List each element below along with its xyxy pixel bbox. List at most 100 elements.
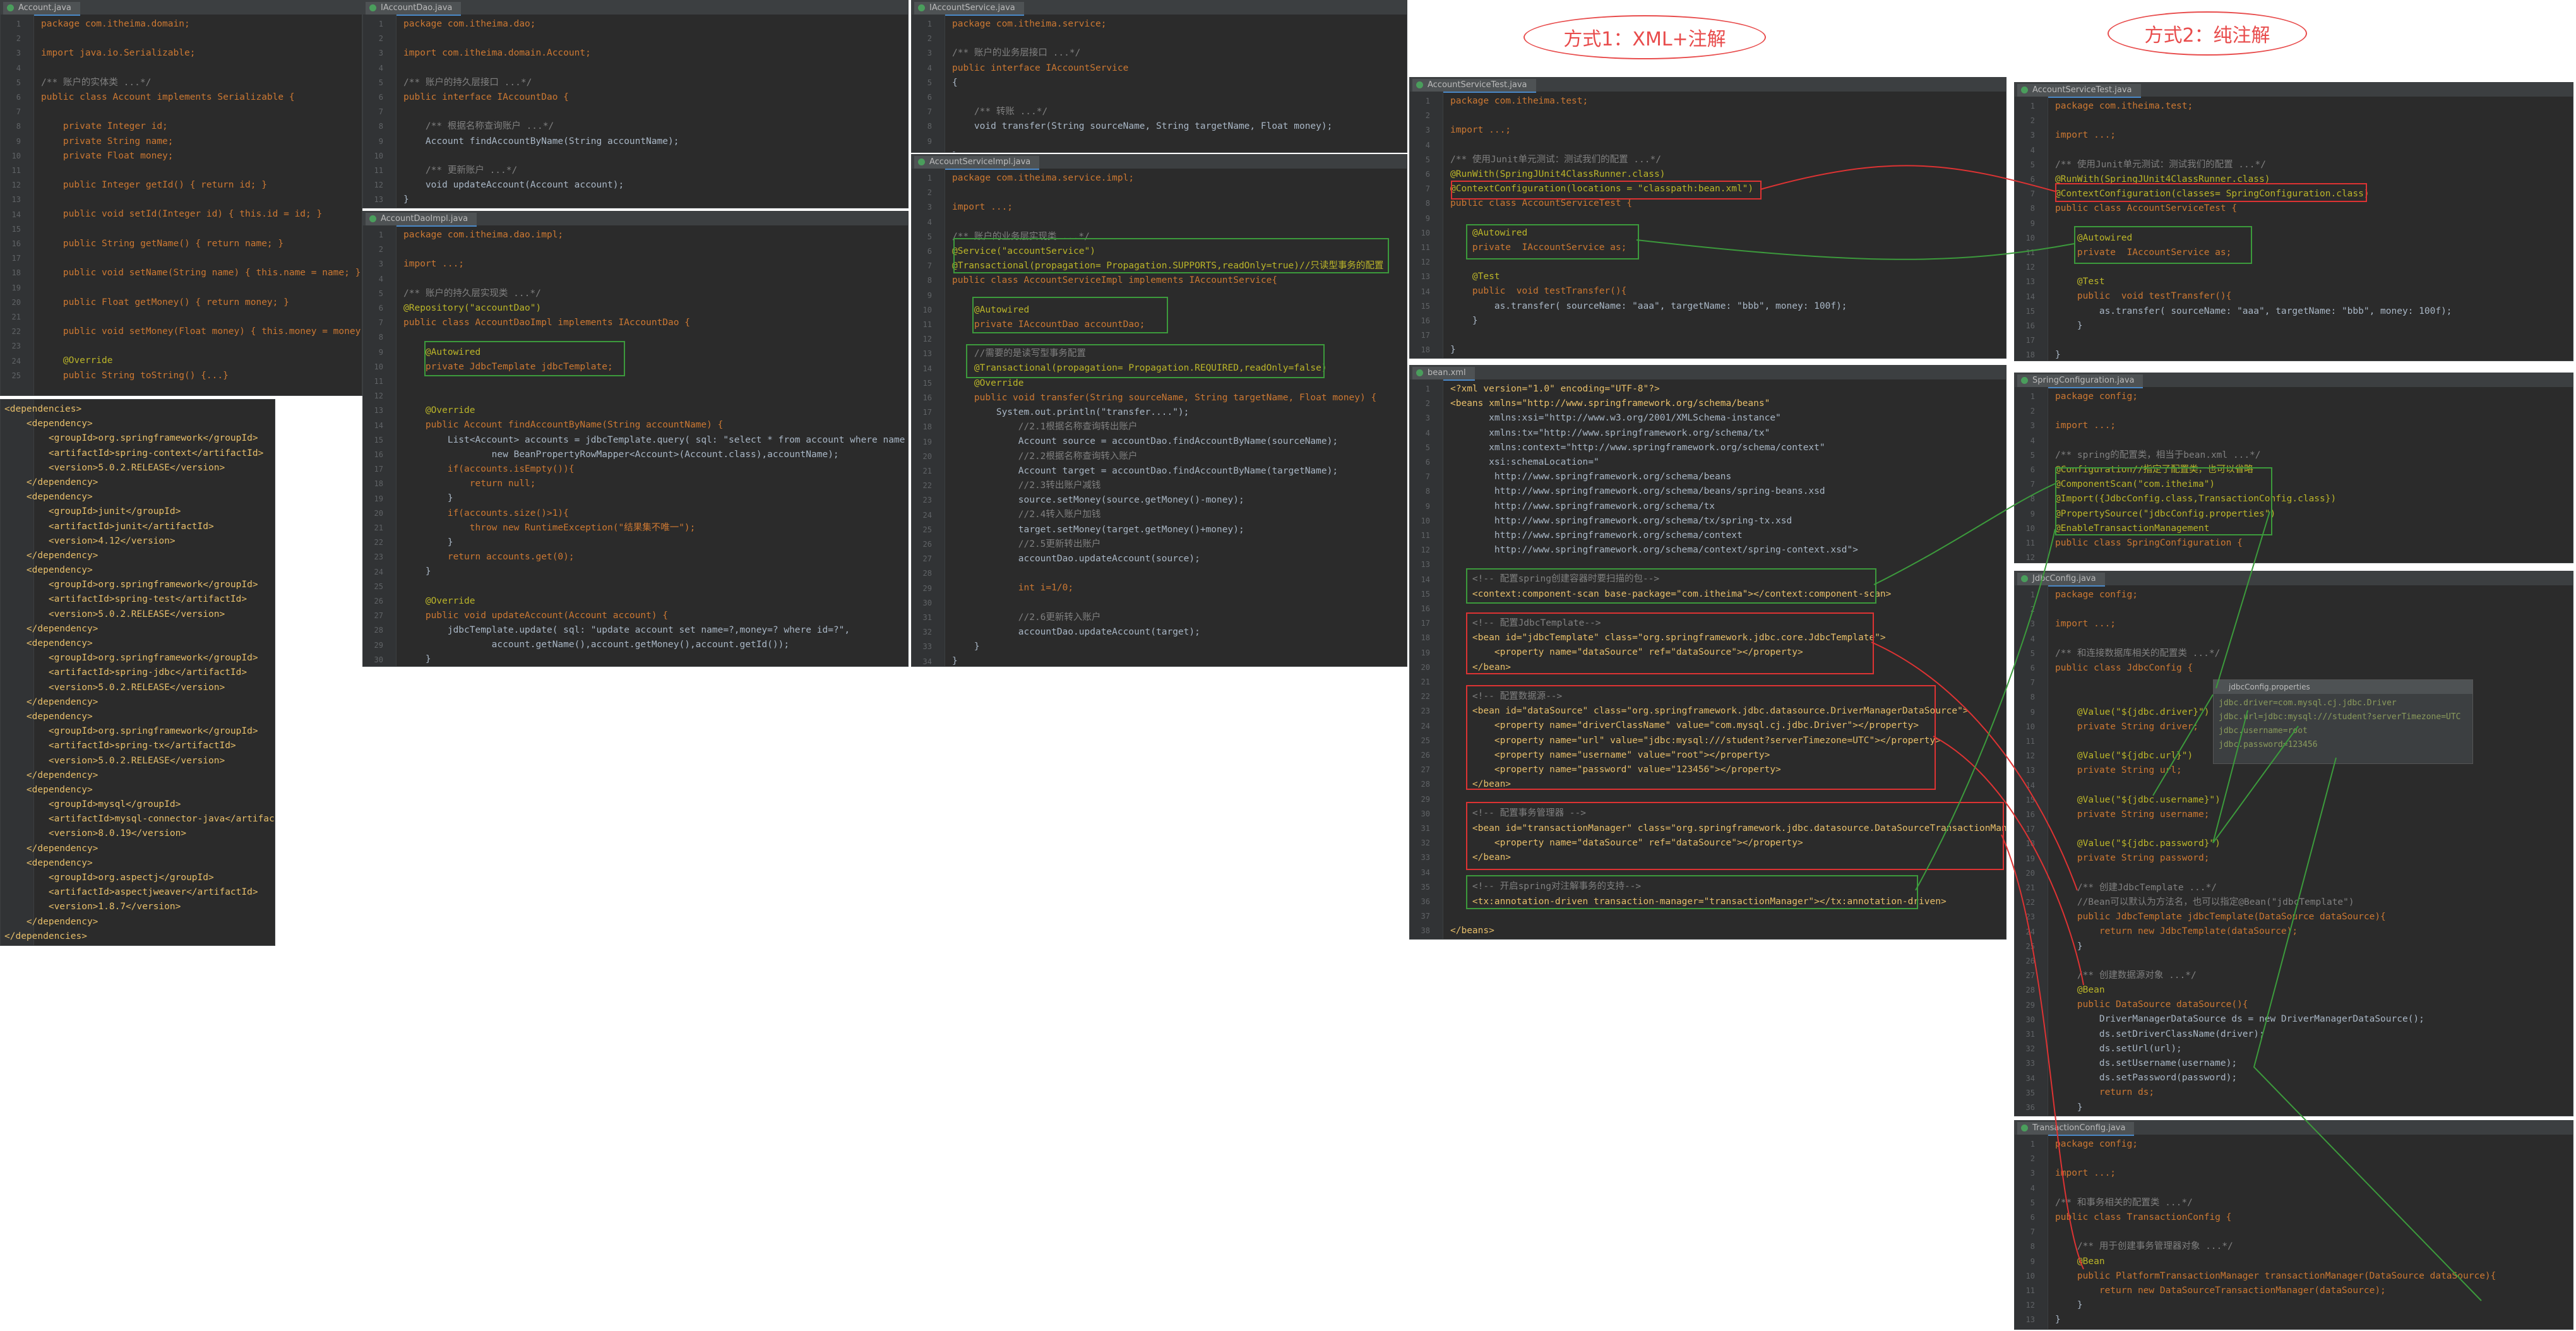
code-line: @Value("${jdbc.username}"): [2055, 794, 2221, 805]
file-tab[interactable]: TransactionConfig.java: [2017, 1122, 2135, 1136]
tab-bar: bean.xml: [1410, 366, 2006, 381]
line-number: 7: [2030, 678, 2035, 688]
code-area[interactable]: <?xml version="1.0" encoding="UTF-8"?> <b…: [1450, 382, 2006, 938]
editor-bean-xml[interactable]: bean.xml 1 2 3 4 5 6 7 8 9 10 11 12 13 14 15 16 17 18 19 20 2…: [1409, 365, 2007, 940]
line-number: 7: [378, 107, 383, 117]
editor-test-annotation[interactable]: AccountServiceTest.java 1 2 3 4 5 6 7 8 9 10 11 12 13…: [2014, 82, 2573, 361]
line-number: 19: [922, 437, 932, 446]
line-number: 12: [922, 335, 932, 344]
line-number: 19: [2025, 854, 2035, 863]
code-line: <dependencies>: [4, 404, 82, 414]
editor-account[interactable]: Account.java 1 2 3 4 5 6 7 8 9 10 11 12 13 14 15 16 17 18 1…: [0, 0, 362, 396]
file-tab[interactable]: AccountDaoImpl.java: [366, 213, 477, 227]
property-line: jdbc.url=jdbc:mysql:///student?serverTim…: [2219, 712, 2461, 722]
code-line: public void transfer(String sourceName, …: [952, 392, 1377, 403]
file-tab[interactable]: IAccountService.java: [914, 2, 1024, 16]
code-line: @Import({JdbcConfig.class,TransactionCon…: [2055, 494, 2337, 504]
line-number: 7: [16, 107, 21, 117]
code-area[interactable]: package com.itheima.test; import ...; /** …: [2055, 99, 2569, 361]
line-number: 9: [927, 290, 932, 300]
editor-accountdaoimpl[interactable]: AccountDaoImpl.java 1 2 3 4 5 6 7 8 9 10 11 12 13 14 15…: [362, 211, 909, 667]
code-line: }: [2055, 1315, 2061, 1325]
code-line: <version>1.8.7</version>: [4, 902, 181, 912]
line-number: 24: [11, 356, 21, 366]
file-tab[interactable]: Account.java: [3, 2, 80, 16]
editor-iaccountservice[interactable]: IAccountService.java 1 2 3 4 5 6 7 8 9 10 package c…: [911, 0, 1407, 153]
editor-springconfiguration[interactable]: SpringConfiguration.java1234567891011121…: [2014, 373, 2573, 563]
code-area[interactable]: package config; import ...; /** spring的配置类…: [2055, 390, 2569, 563]
properties-popup[interactable]: jdbcConfig.properties jdbc.driver=com.my…: [2213, 679, 2473, 764]
line-number: 7: [2030, 1227, 2035, 1237]
code-line: <context:component-scan base-package="co…: [1450, 588, 1892, 599]
code-line: System.out.println("transfer....");: [952, 407, 1190, 417]
line-number: 1: [2030, 590, 2035, 599]
code-line: /** 创建JdbcTemplate ...*/: [2055, 882, 2217, 893]
editor-pom-xml[interactable]: 1234567891011121314151617181920212223242…: [0, 399, 275, 946]
line-number: 6: [16, 93, 21, 102]
code-area[interactable]: package config; import ...; /** 和事务相关的配置类 …: [2055, 1137, 2569, 1327]
editor-iaccountdao[interactable]: IAccountDao.java 1 2 3 4 5 6 7 8 9 10 11 12 13 package…: [362, 0, 909, 208]
code-line: @Autowired: [403, 347, 481, 357]
editor-transactionconfig[interactable]: TransactionConfig.java 1 2 3 4 5 6 7 8 9 10 11 12 13 p…: [2014, 1120, 2573, 1330]
line-number: 9: [2030, 218, 2035, 228]
code-line: }: [1450, 315, 1478, 326]
tab-bar: AccountDaoImpl.java: [363, 212, 908, 227]
code-area[interactable]: package com.itheima.test; import ...; /** …: [1450, 94, 2002, 357]
code-line: /** 账户的业务层实现类 ...*/: [952, 231, 1090, 242]
code-area[interactable]: package com.itheima.service.impl; import …: [952, 171, 1403, 666]
editor-test-xml[interactable]: AccountServiceTest.java 1 2 3 4 5 6 7 8 9 10 11 12 13…: [1409, 77, 2007, 359]
line-number: 17: [11, 254, 21, 263]
code-area[interactable]: package com.itheima.domain; import java.i…: [41, 17, 362, 383]
file-tab[interactable]: IAccountDao.java: [366, 2, 462, 16]
editor-jdbcconfig[interactable]: JdbcConfig.java 1 2 3 4 5 6 7 8 9 10 11 12 13 14 15 16 17…: [2014, 571, 2573, 1116]
file-tab[interactable]: AccountServiceImpl.java: [914, 156, 1040, 170]
line-number: 11: [1421, 531, 1430, 540]
line-number: 23: [922, 496, 932, 505]
code-line: /** 账户的实体类 ...*/: [41, 77, 152, 88]
code-line: public void setMoney(Float money) { this…: [41, 326, 362, 337]
code-area[interactable]: package com.itheima.dao.impl; import ...;…: [403, 228, 905, 666]
line-number: 1: [927, 20, 932, 28]
line-number: 19: [1421, 648, 1430, 657]
code-line: public class TransactionConfig {: [2055, 1212, 2232, 1222]
file-tab[interactable]: SpringConfiguration.java: [2017, 374, 2144, 388]
line-number: 20: [11, 297, 21, 307]
code-line: private String name;: [41, 136, 174, 146]
line-number: 20: [2025, 868, 2035, 878]
line-number: 4: [2030, 145, 2035, 155]
code-area[interactable]: package com.itheima.service; /** 账户的业务层接口…: [952, 17, 1403, 152]
code-area[interactable]: package config; import ...; /** 和连接数据库相关的配…: [2055, 588, 2569, 1116]
line-number: 13: [2025, 277, 2035, 287]
file-tab[interactable]: bean.xml: [1412, 367, 1475, 381]
line-number: 10: [2025, 523, 2035, 533]
line-number: 26: [922, 540, 932, 549]
line-number: 25: [11, 371, 21, 380]
line-number: 30: [2025, 1015, 2035, 1024]
code-area[interactable]: package com.itheima.dao; import com.ithei…: [403, 17, 904, 207]
line-number: 16: [2025, 321, 2035, 330]
line-number: 30: [1421, 809, 1430, 818]
editor-accountserviceimpl[interactable]: AccountServiceImpl.java 1 2 3 4 5 6 7 8 9 10 11 12 13…: [911, 154, 1407, 667]
code-line: package com.itheima.service.impl;: [952, 173, 1135, 183]
line-number: 11: [922, 320, 932, 329]
code-line: @Test: [2055, 277, 2105, 287]
tab-bar: AccountServiceImpl.java: [912, 155, 1407, 170]
file-tab[interactable]: JdbcConfig.java: [2017, 573, 2105, 587]
code-area[interactable]: <dependencies> <dependency> <groupId>org…: [4, 402, 275, 944]
line-number: 11: [374, 377, 383, 386]
file-tab[interactable]: AccountServiceTest.java: [1412, 79, 1536, 93]
code-line: <artifactId>aspectjweaver</artifactId>: [4, 887, 258, 898]
line-number: 6: [927, 93, 932, 102]
file-tab[interactable]: AccountServiceTest.java: [2017, 84, 2141, 98]
line-number: 27: [2025, 971, 2035, 981]
code-line: package config;: [2055, 1139, 2138, 1149]
